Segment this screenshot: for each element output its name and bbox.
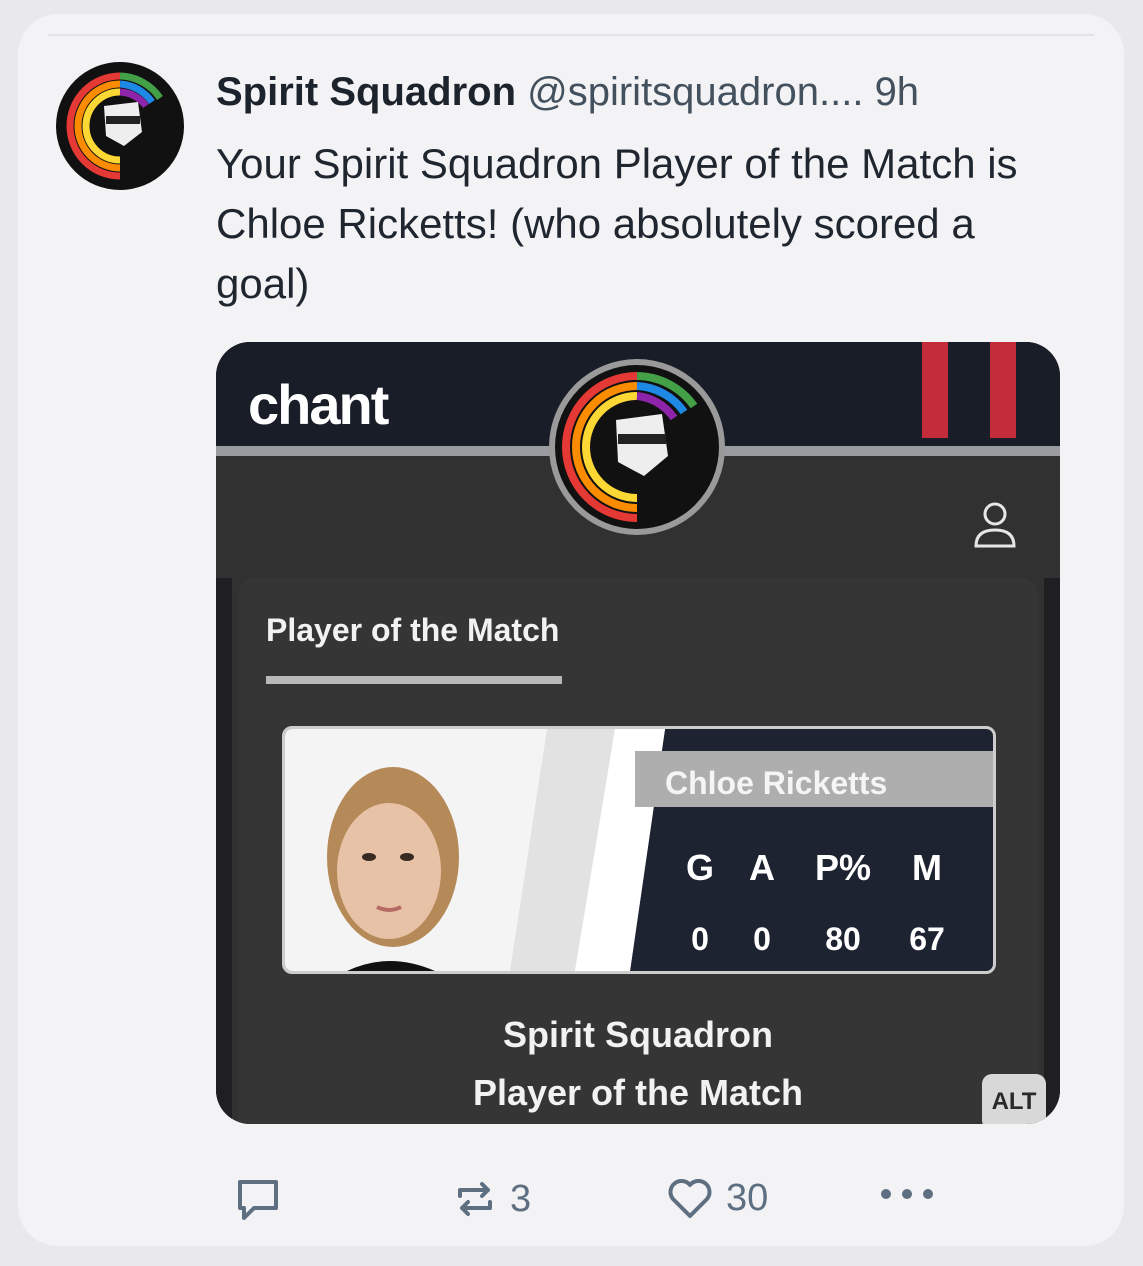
reply-icon (238, 1180, 278, 1220)
chant-logo: chant (248, 373, 389, 436)
reply-button[interactable] (234, 1176, 282, 1222)
action-bar: 3 30 (0, 1172, 1143, 1232)
post-text: Your Spirit Squadron Player of the Match… (216, 140, 1018, 307)
section-underline (266, 676, 562, 684)
heart-icon (668, 1179, 712, 1218)
handle[interactable]: @spiritsquadron.... (527, 70, 863, 114)
player-name: Chloe Ricketts (665, 765, 888, 801)
section-title: Player of the Match (266, 612, 560, 648)
stat-value-pass-pct: 80 (825, 921, 861, 957)
player-photo (285, 729, 665, 971)
timestamp[interactable]: 9h (875, 70, 920, 114)
stat-header-assists: A (749, 847, 775, 888)
caption-line-2: Player of the Match (472, 1072, 804, 1113)
divider (48, 34, 1094, 36)
post-header: Spirit Squadron @spiritsquadron.... 9h (216, 68, 919, 116)
more-button[interactable] (878, 1184, 936, 1204)
player-card: Chloe Ricketts G A P% M 0 0 80 67 (282, 726, 996, 974)
display-name[interactable]: Spirit Squadron (216, 70, 516, 114)
stat-header-minutes: M (912, 847, 942, 888)
stat-header-goals: G (685, 847, 714, 888)
red-stripe (990, 342, 1016, 438)
spirit-squadron-logo-icon (549, 359, 725, 535)
stat-value-assists: 0 (753, 921, 771, 957)
alt-badge[interactable]: ALT (982, 1074, 1046, 1124)
stat-header-pass-pct: P% (814, 847, 872, 888)
stat-value-minutes: 67 (909, 921, 945, 957)
repost-button[interactable]: 3 (452, 1176, 531, 1222)
red-stripe (922, 342, 948, 438)
spirit-squadron-logo-icon[interactable] (56, 62, 184, 190)
stat-value-goals: 0 (691, 921, 709, 957)
more-icon (881, 1189, 933, 1199)
repost-icon (458, 1182, 492, 1216)
embedded-image[interactable]: chant Player of the Match Chloe Ricketts… (216, 342, 1060, 1124)
like-count: 30 (726, 1176, 769, 1219)
repost-count: 3 (510, 1177, 532, 1220)
user-icon[interactable] (972, 500, 1018, 550)
like-button[interactable]: 30 (666, 1176, 768, 1220)
caption-line-1: Spirit Squadron (503, 1014, 773, 1055)
